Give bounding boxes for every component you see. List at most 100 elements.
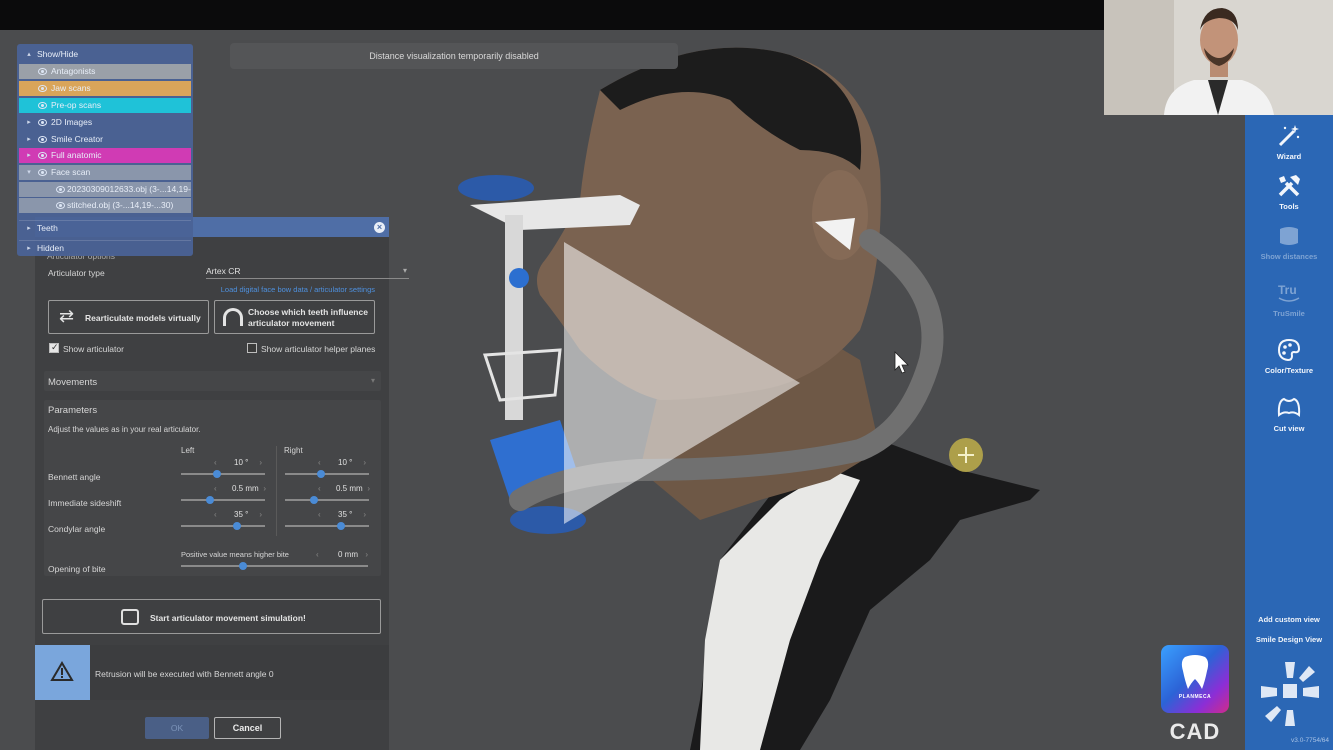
face-bow-top-knob bbox=[458, 175, 534, 201]
tree-item[interactable]: ▾ Face scan bbox=[19, 165, 191, 180]
opening-of-bite-label: Opening of bite bbox=[48, 564, 106, 574]
start-simulation-button[interactable]: Start articulator movement simulation! bbox=[42, 599, 381, 634]
sideshift-left-stepper[interactable]: ‹ 0.5 mm › bbox=[214, 484, 266, 495]
right-column-header: Right bbox=[284, 446, 303, 455]
expand-caret-icon[interactable]: ▸ bbox=[25, 148, 33, 163]
play-icon[interactable] bbox=[560, 238, 805, 528]
presenter-video bbox=[1104, 0, 1333, 115]
distances-tool[interactable]: Show distances bbox=[1245, 223, 1333, 261]
magic-wand-icon bbox=[1278, 125, 1300, 147]
tools-tool[interactable]: Tools bbox=[1245, 173, 1333, 211]
warning-icon bbox=[35, 645, 90, 700]
start-simulation-label: Start articulator movement simulation! bbox=[150, 613, 306, 623]
tree-item-label: Face scan bbox=[51, 167, 91, 177]
show-articulator-checkbox[interactable] bbox=[49, 342, 59, 353]
sideshift-right-slider[interactable] bbox=[285, 496, 369, 504]
view-cube-icon[interactable] bbox=[1259, 660, 1321, 728]
adjust-hint: Adjust the values as in your real articu… bbox=[48, 425, 201, 434]
rearticulate-button[interactable]: ⇄ Rearticulate models virtually bbox=[48, 300, 209, 334]
load-face-bow-link[interactable]: Load digital face bow data / articulator… bbox=[221, 285, 375, 294]
tree-item[interactable]: 20230309012633.obj (3-...14,19- bbox=[19, 182, 191, 197]
bennett-right-slider[interactable] bbox=[285, 470, 369, 478]
opening-slider[interactable] bbox=[181, 562, 368, 570]
immediate-sideshift-label: Immediate sideshift bbox=[48, 498, 122, 508]
tree-item-label: Full anatomic bbox=[51, 150, 102, 160]
tools-icon bbox=[1278, 175, 1300, 197]
tree-item[interactable]: ▴ Show/Hide bbox=[19, 47, 191, 62]
eye-icon[interactable] bbox=[38, 85, 47, 92]
bennett-left-value: 10 ° bbox=[234, 458, 249, 467]
tree-item[interactable]: Antagonists bbox=[19, 64, 191, 79]
smile-design-view-link[interactable]: Smile Design View bbox=[1245, 635, 1333, 644]
tree-item[interactable]: Jaw scans bbox=[19, 81, 191, 96]
tree-item[interactable]: ▸ Full anatomic bbox=[19, 148, 191, 163]
sideshift-left-slider[interactable] bbox=[181, 496, 265, 504]
bennett-right-stepper[interactable]: ‹ 10 ° › bbox=[318, 458, 366, 469]
webcam-overlay bbox=[1104, 0, 1333, 115]
close-icon[interactable]: × bbox=[374, 222, 385, 233]
trusmile-tool[interactable]: Tru TruSmile bbox=[1245, 280, 1333, 318]
rearticulate-label: Rearticulate models virtually bbox=[85, 313, 201, 323]
movements-title: Movements bbox=[48, 377, 98, 388]
cut-view-icon bbox=[1277, 397, 1301, 417]
eye-icon[interactable] bbox=[38, 102, 47, 109]
eye-icon[interactable] bbox=[38, 68, 47, 75]
tree-item-label: Antagonists bbox=[51, 66, 96, 76]
logo-brand: PLANMECA bbox=[1178, 694, 1212, 700]
sideshift-right-stepper[interactable]: ‹ 0.5 mm › bbox=[318, 484, 370, 495]
movements-section[interactable]: Movements ▾ bbox=[44, 371, 381, 391]
tree-item[interactable]: Pre-op scans bbox=[19, 98, 191, 113]
eye-icon[interactable] bbox=[38, 136, 47, 143]
bennett-left-slider[interactable] bbox=[181, 470, 265, 478]
condylar-left-slider[interactable] bbox=[181, 522, 265, 530]
condylar-right-stepper[interactable]: ‹ 35 ° › bbox=[318, 510, 366, 521]
wizard-tool[interactable]: Wizard bbox=[1245, 123, 1333, 161]
warning-text: Retrusion will be executed with Bennett … bbox=[95, 669, 274, 679]
trusmile-label: TruSmile bbox=[1273, 309, 1305, 318]
condylar-angle-label: Condylar angle bbox=[48, 524, 106, 534]
show-articulator-label: Show articulator bbox=[63, 344, 124, 354]
show-helper-planes-checkbox[interactable] bbox=[247, 343, 257, 353]
eye-icon[interactable] bbox=[38, 119, 47, 126]
positive-value-hint: Positive value means higher bite bbox=[181, 550, 289, 559]
eye-icon[interactable] bbox=[38, 152, 47, 159]
tree-item[interactable]: ▸ Teeth bbox=[19, 220, 191, 235]
ok-button[interactable]: OK bbox=[145, 717, 209, 739]
tree-item[interactable]: ▸ 2D Images bbox=[19, 115, 191, 130]
articulator-type-select[interactable]: Artex CR bbox=[206, 266, 409, 279]
condylar-right-slider[interactable] bbox=[285, 522, 369, 530]
add-custom-view-link[interactable]: Add custom view bbox=[1245, 615, 1333, 624]
choose-teeth-button[interactable]: Choose which teeth influence articulator… bbox=[214, 300, 375, 334]
bennett-angle-label: Bennett angle bbox=[48, 472, 101, 482]
patient-ear bbox=[812, 170, 868, 260]
condylar-left-stepper[interactable]: ‹ 35 ° › bbox=[214, 510, 262, 521]
expand-caret-icon[interactable]: ▸ bbox=[25, 221, 33, 235]
eye-icon[interactable] bbox=[56, 186, 65, 193]
logo-product: CAD bbox=[1169, 719, 1221, 744]
tools-label: Tools bbox=[1279, 202, 1299, 211]
cut-view-tool[interactable]: Cut view bbox=[1245, 395, 1333, 433]
expand-caret-icon[interactable]: ▴ bbox=[25, 47, 33, 62]
expand-caret-icon[interactable]: ▾ bbox=[25, 165, 33, 180]
distances-label: Show distances bbox=[1260, 252, 1318, 261]
tree-item-label: Jaw scans bbox=[51, 83, 91, 93]
tree-item[interactable]: ▸ Hidden bbox=[19, 240, 191, 255]
bennett-left-stepper[interactable]: ‹ 10 ° › bbox=[214, 458, 262, 469]
cancel-button[interactable]: Cancel bbox=[214, 717, 281, 739]
color-texture-tool[interactable]: Color/Texture bbox=[1245, 337, 1333, 375]
tree-item[interactable]: stitched.obj (3-...14,19-...30) bbox=[19, 198, 191, 213]
swap-arrows-icon: ⇄ bbox=[59, 306, 75, 326]
tree-item-label: Teeth bbox=[37, 223, 58, 233]
tree-item-label: Hidden bbox=[37, 243, 64, 253]
expand-caret-icon[interactable]: ▸ bbox=[25, 115, 33, 130]
eye-icon[interactable] bbox=[56, 202, 65, 209]
tree-item[interactable]: ▸ Smile Creator bbox=[19, 132, 191, 147]
expand-caret-icon[interactable]: ▸ bbox=[25, 241, 33, 255]
expand-caret-icon[interactable]: ▸ bbox=[25, 132, 33, 147]
articulator-type-value: Artex CR bbox=[206, 266, 241, 276]
tree-item-label: Smile Creator bbox=[51, 134, 103, 144]
tree-item-label: Show/Hide bbox=[37, 49, 79, 59]
opening-stepper[interactable]: ‹ 0 mm › bbox=[316, 550, 368, 561]
eye-icon[interactable] bbox=[38, 169, 47, 176]
trusmile-icon: Tru bbox=[1278, 283, 1300, 302]
